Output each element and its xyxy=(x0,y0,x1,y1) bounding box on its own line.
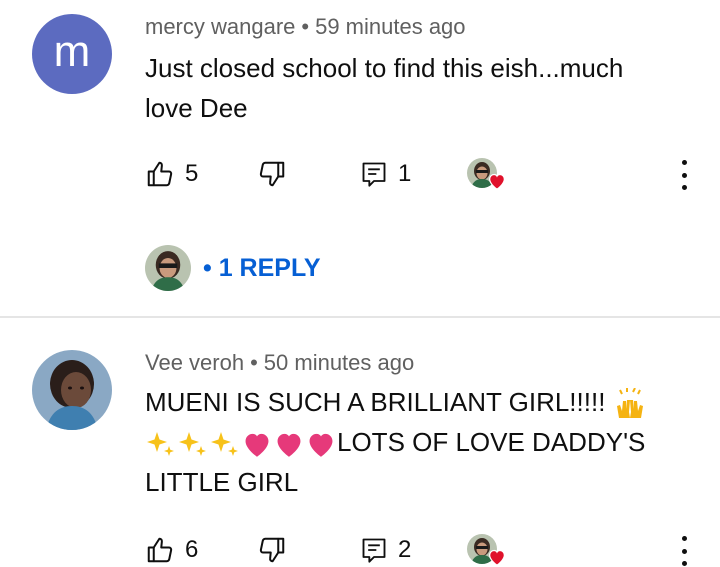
creator-heart-badge xyxy=(467,156,511,192)
thumbs-down-icon xyxy=(259,537,285,563)
meta-separator: • xyxy=(301,14,310,39)
view-replies-link[interactable]: • 1 REPLY xyxy=(145,244,321,292)
like-count: 6 xyxy=(185,536,199,563)
pink-heart-icon xyxy=(277,433,301,457)
reply-count: 1 xyxy=(398,160,412,187)
pink-heart-icon xyxy=(245,433,269,457)
comment-meta: Vee veroh • 50 minutes ago xyxy=(145,350,414,376)
comment-meta: mercy wangare • 59 minutes ago xyxy=(145,14,466,40)
comment-text-line: MUENI IS SUCH A BRILLIANT GIRL!!!!! xyxy=(145,382,675,422)
author-name[interactable]: Vee veroh xyxy=(145,350,244,375)
comment-actions: 6 2 xyxy=(145,532,705,567)
comment-text: MUENI IS SUCH A BRILLIANT GIRL!!!!! LOTS… xyxy=(145,382,675,502)
comment-text-segment: MUENI IS SUCH A BRILLIANT GIRL!!!!! xyxy=(145,387,606,417)
comment-text: Just closed school to find this eish...m… xyxy=(145,53,624,123)
sparkles-icon xyxy=(211,432,238,457)
reply-count: 2 xyxy=(398,536,412,563)
like-button[interactable]: 5 xyxy=(145,156,198,192)
reply-button[interactable]: 1 xyxy=(360,156,411,192)
author-avatar[interactable] xyxy=(32,350,112,430)
replier-avatar xyxy=(145,245,191,291)
meta-separator: • xyxy=(250,350,258,375)
raising-hands-icon xyxy=(616,388,643,419)
comment-icon xyxy=(362,538,386,563)
heart-icon xyxy=(489,549,505,566)
replies-label[interactable]: • 1 REPLY xyxy=(203,254,321,283)
thumbs-down-icon xyxy=(259,161,285,187)
thumbs-up-icon xyxy=(147,161,173,187)
comment-text-line: LITTLE GIRL xyxy=(145,467,299,497)
more-options-icon[interactable] xyxy=(679,536,689,566)
comment-item: Vee veroh • 50 minutes ago MUENI IS SUCH A… xyxy=(0,318,720,567)
pink-heart-icon xyxy=(309,433,333,457)
author-avatar[interactable]: m xyxy=(32,14,112,94)
like-button[interactable]: 6 xyxy=(145,532,198,567)
comment-text-segment: LOTS OF LOVE DADDY'S xyxy=(337,427,646,457)
comment-text-line: LOTS OF LOVE DADDY'S xyxy=(145,422,675,462)
heart-icon xyxy=(489,173,505,190)
more-options-icon[interactable] xyxy=(679,160,689,190)
creator-heart-badge xyxy=(467,532,511,567)
comment-time[interactable]: 50 minutes ago xyxy=(264,350,414,375)
dislike-button[interactable] xyxy=(257,156,287,192)
dislike-button[interactable] xyxy=(257,532,287,567)
reply-button[interactable]: 2 xyxy=(360,532,411,567)
like-count: 5 xyxy=(185,160,199,187)
author-name[interactable]: mercy wangare xyxy=(145,14,295,39)
sparkles-icon xyxy=(147,432,174,457)
avatar-letter: m xyxy=(53,27,91,76)
sparkles-icon xyxy=(179,432,206,457)
thumbs-up-icon xyxy=(147,537,173,563)
comment-time[interactable]: 59 minutes ago xyxy=(315,14,465,39)
comment-actions: 5 1 xyxy=(145,156,705,192)
comment-item: m mercy wangare • 59 minutes ago Just clos… xyxy=(0,0,720,316)
comment-icon xyxy=(362,162,386,187)
